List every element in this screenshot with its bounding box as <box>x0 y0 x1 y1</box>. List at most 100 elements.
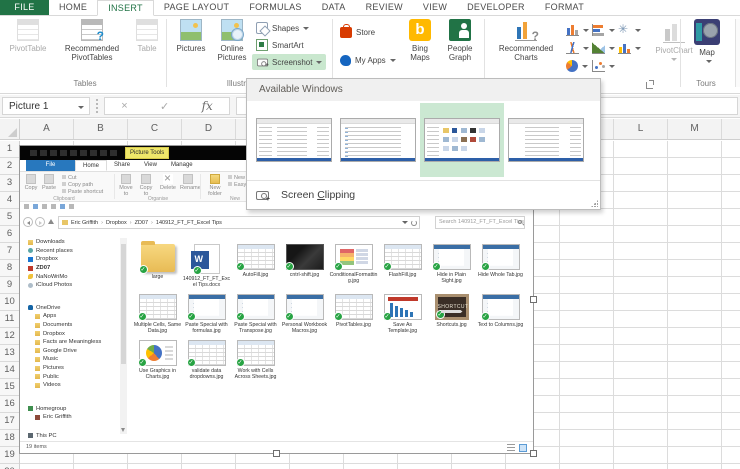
column-header[interactable]: D <box>182 119 236 139</box>
row-header[interactable]: 13 <box>0 345 19 362</box>
row-header[interactable]: 3 <box>0 175 19 192</box>
chevron-down-icon <box>609 47 615 50</box>
file-thumbnail: ✓ <box>139 340 177 366</box>
row-header[interactable]: 12 <box>0 328 19 345</box>
ribbon-tab[interactable]: HOME <box>49 0 97 15</box>
ribbon-tab[interactable]: VIEW <box>413 0 457 15</box>
enter-icon[interactable]: ✓ <box>160 100 169 113</box>
ribbon-tab[interactable]: FILE <box>0 0 49 15</box>
pivottable-button[interactable]: PivotTable <box>4 19 52 77</box>
cancel-icon[interactable]: × <box>121 100 127 112</box>
sidebar-item-icon <box>35 314 40 319</box>
camera-icon <box>256 191 269 200</box>
row-header[interactable]: 1 <box>0 141 19 158</box>
combo-chart-button[interactable] <box>618 40 642 56</box>
sidebar-item-icon <box>35 323 40 328</box>
chevron-down-icon <box>78 106 84 109</box>
column-chart-icon <box>566 24 579 36</box>
row-header[interactable]: 5 <box>0 209 19 226</box>
details-view-icon <box>507 444 515 452</box>
window-thumbnail[interactable] <box>336 103 420 177</box>
column-header[interactable]: A <box>20 119 74 139</box>
file-thumbnail: ✓ <box>237 294 275 320</box>
resize-handle-right[interactable] <box>530 296 537 303</box>
sidebar-thispc: This PC <box>28 432 120 441</box>
sync-check-icon: ✓ <box>285 262 294 271</box>
ribbon-tab[interactable]: DATA <box>312 0 356 15</box>
bar-chart-button[interactable] <box>592 22 616 38</box>
window-thumbnail[interactable] <box>504 103 588 177</box>
column-header[interactable]: M <box>668 119 722 139</box>
chevron-down-icon <box>583 47 589 50</box>
row-header[interactable]: 20 <box>0 464 19 469</box>
row-header[interactable]: 6 <box>0 226 19 243</box>
sidebar-item-icon <box>35 357 40 362</box>
column-header[interactable]: B <box>74 119 128 139</box>
area-chart-button[interactable] <box>592 40 616 56</box>
row-header[interactable]: 9 <box>0 277 19 294</box>
charts-dialog-launcher-icon[interactable] <box>646 82 653 89</box>
recommended-pivottables-button[interactable]: ? Recommended PivotTables <box>56 19 128 77</box>
store-button[interactable]: Store <box>340 25 375 40</box>
shapes-button[interactable]: Shapes <box>256 20 309 36</box>
row-header[interactable]: 19 <box>0 447 19 464</box>
cut-icon <box>62 175 66 179</box>
screenshot-button[interactable]: Screenshot <box>252 54 326 70</box>
resize-handle-bottom-right[interactable] <box>530 450 537 457</box>
breadcrumb-item: 140912_FT_FT_Excel Tips <box>156 220 228 226</box>
my-apps-button[interactable]: My Apps <box>340 53 396 68</box>
column-header[interactable]: C <box>128 119 182 139</box>
ribbon-tab[interactable]: PAGE LAYOUT <box>154 0 239 15</box>
row-header[interactable]: 2 <box>0 158 19 175</box>
row-header[interactable]: 15 <box>0 379 19 396</box>
ribbon-tab[interactable]: FORMULAS <box>239 0 311 15</box>
radar-chart-button[interactable] <box>618 22 642 38</box>
pictures-button[interactable]: Pictures <box>172 19 210 77</box>
insert-function-icon[interactable]: fx <box>202 99 213 113</box>
row-header[interactable]: 18 <box>0 430 19 447</box>
line-chart-button[interactable] <box>566 40 590 56</box>
table-button[interactable]: Table <box>130 19 164 77</box>
select-all-corner[interactable] <box>0 119 20 140</box>
pie-chart-button[interactable] <box>566 58 590 74</box>
new-item-icon <box>228 175 232 179</box>
file-item: ✓ Hide Whole Tab.jpg <box>476 244 525 288</box>
column-header[interactable]: L <box>614 119 668 139</box>
row-header[interactable]: 14 <box>0 362 19 379</box>
ribbon-tab[interactable]: FORMAT <box>535 0 594 15</box>
sidebar-item: Documents <box>35 321 120 330</box>
ribbon-tab[interactable]: DEVELOPER <box>457 0 535 15</box>
breadcrumb: Eric GriffithDropboxZD07140912_FT_FT_Exc… <box>58 216 420 229</box>
column-header[interactable]: N <box>722 119 740 139</box>
scatter-chart-button[interactable] <box>592 58 616 74</box>
sidebar-item: Pictures <box>35 364 120 373</box>
file-item: ✓ Use Graphics in Charts.jpg <box>133 340 182 380</box>
window-thumbnail[interactable] <box>252 103 336 177</box>
row-header[interactable]: 7 <box>0 243 19 260</box>
resize-handle-bottom[interactable] <box>273 450 280 457</box>
ribbon-tab[interactable]: INSERT <box>97 0 154 16</box>
row-header[interactable]: 10 <box>0 294 19 311</box>
file-item: ✓ Paste Special with formulas.jpg <box>182 294 231 334</box>
available-windows-header: Available Windows <box>247 79 600 101</box>
formula-bar-buttons: × ✓ fx <box>104 97 230 115</box>
window-thumbnail[interactable] <box>420 103 504 177</box>
row-header[interactable]: 17 <box>0 413 19 430</box>
people-graph-button[interactable]: People Graph <box>440 19 480 77</box>
name-box[interactable]: Picture 1 <box>2 97 90 115</box>
explorer-title-text <box>30 150 118 156</box>
row-header[interactable]: 11 <box>0 311 19 328</box>
ribbon-tab-bar: FILEHOMEINSERTPAGE LAYOUTFORMULASDATAREV… <box>0 0 740 16</box>
recommended-charts-button[interactable]: ? Recommended Charts <box>490 19 562 77</box>
row-header[interactable]: 8 <box>0 260 19 277</box>
row-header[interactable]: 4 <box>0 192 19 209</box>
copy-path-icon <box>62 182 66 186</box>
pivottable-icon <box>17 19 39 41</box>
bing-maps-button[interactable]: b Bing Maps <box>402 19 438 77</box>
online-pictures-button[interactable]: Online Pictures <box>212 19 252 77</box>
screen-clipping-item[interactable]: Screen Clipping <box>247 180 600 209</box>
column-chart-button[interactable] <box>566 22 590 38</box>
smartart-button[interactable]: SmartArt <box>256 37 304 53</box>
ribbon-tab[interactable]: REVIEW <box>356 0 413 15</box>
row-header[interactable]: 16 <box>0 396 19 413</box>
